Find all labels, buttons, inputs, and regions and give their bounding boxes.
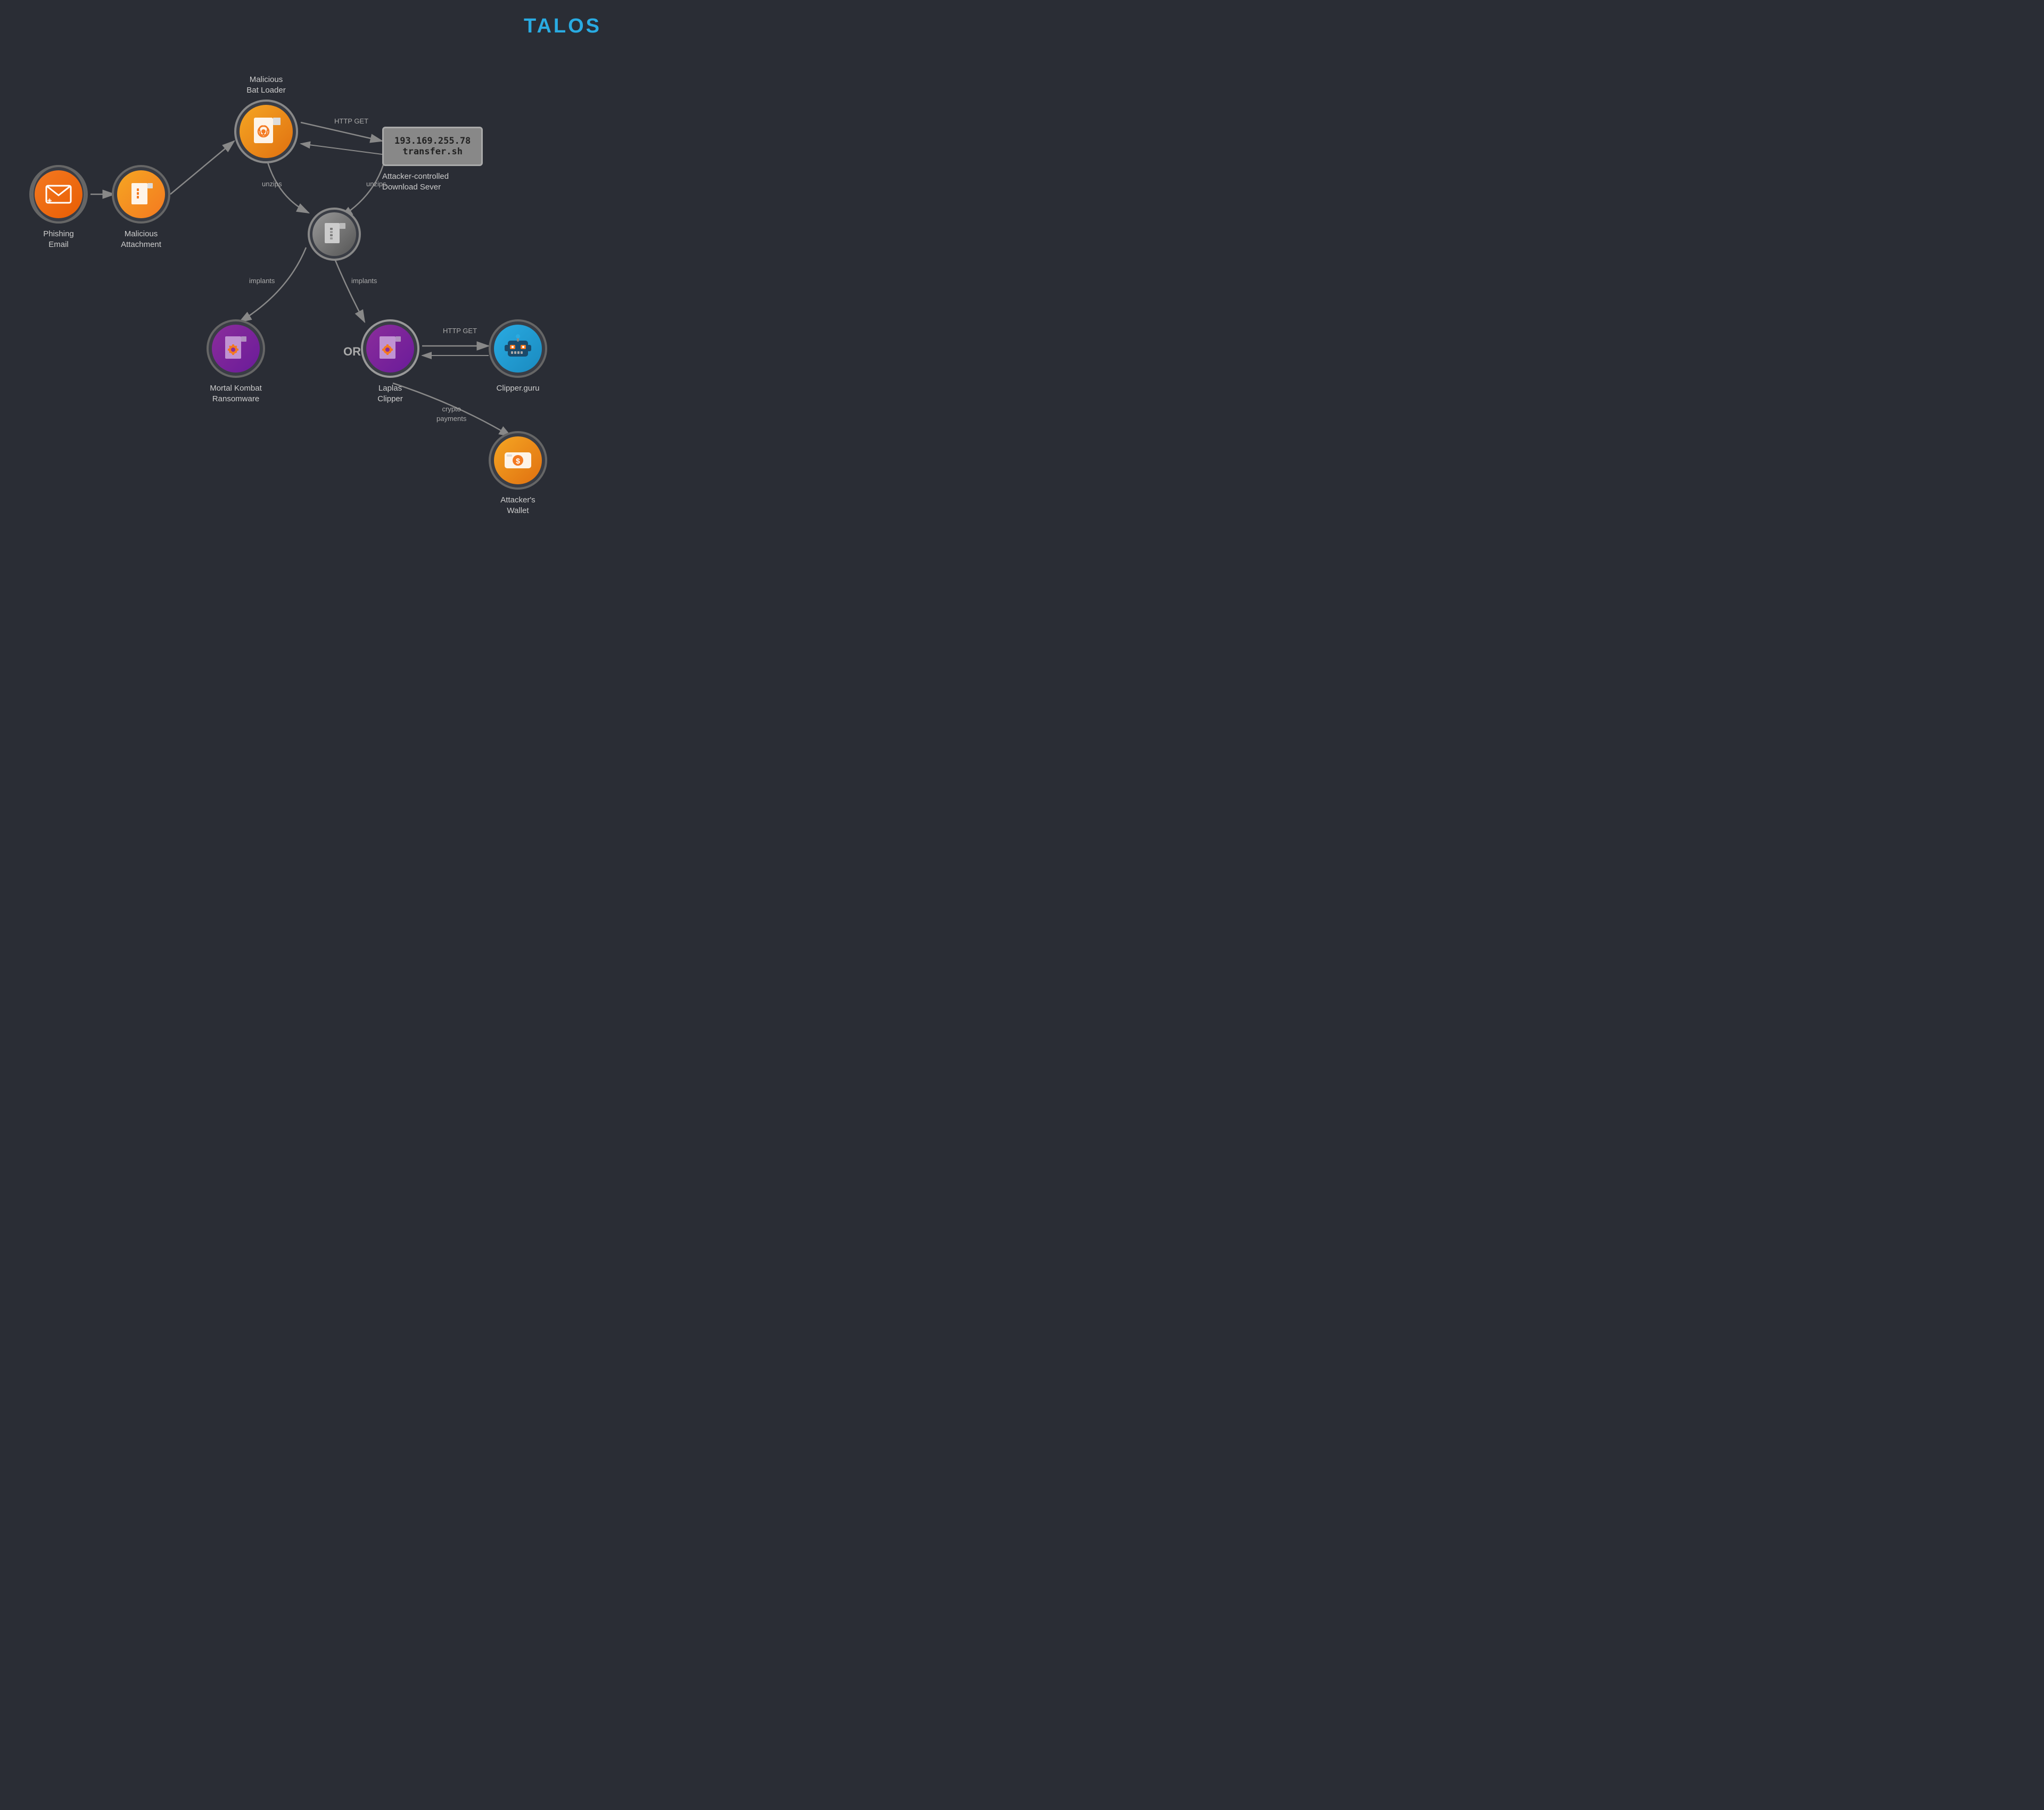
malicious-attachment-label: Malicious Attachment xyxy=(121,229,161,250)
svg-text:$: $ xyxy=(516,457,520,465)
or-text: OR xyxy=(343,345,361,359)
malicious-attachment-node: Malicious Attachment xyxy=(112,165,170,250)
batloader-icon xyxy=(252,115,281,147)
phishing-email-node: Phishing Email xyxy=(29,165,88,250)
server-label: Attacker-controlled Download Sever xyxy=(382,171,483,192)
implants-left-label: implants xyxy=(249,277,275,285)
phishing-email-circle xyxy=(29,165,88,224)
batloader-node: Malicious Bat Loader xyxy=(234,75,298,163)
unzips-right-label: unzips xyxy=(366,180,386,188)
wallet-label: Attacker's Wallet xyxy=(500,495,535,516)
server-ip: 193.169.255.78 xyxy=(394,136,471,146)
phishing-email-label: Phishing Email xyxy=(43,229,74,250)
laplas-label: Laplas Clipper xyxy=(377,383,403,404)
batloader-label-top: Malicious Bat Loader xyxy=(246,75,285,95)
wallet-icon: $ xyxy=(504,449,532,472)
talos-logo: TALOS xyxy=(524,15,601,38)
clipperguru-label: Clipper.guru xyxy=(497,383,540,394)
clipperguru-node: Clipper.guru xyxy=(489,319,547,394)
clipperguru-icon xyxy=(504,334,532,363)
zip-node xyxy=(308,208,361,261)
email-icon xyxy=(45,184,72,205)
server-node: 193.169.255.78 transfer.sh Attacker-cont… xyxy=(382,127,483,192)
unzips-left-label: unzips xyxy=(262,180,282,188)
attachment-icon xyxy=(129,181,153,208)
wallet-node: $ Attacker's Wallet xyxy=(489,431,547,516)
implants-right-label: implants xyxy=(351,277,377,285)
mk-node: Mortal Kombat Ransomware xyxy=(207,319,265,404)
server-domain: transfer.sh xyxy=(394,146,471,157)
http-get-label-2: HTTP GET xyxy=(443,327,477,335)
crypto-payments-label: crypto payments xyxy=(436,404,466,424)
laplas-icon xyxy=(378,335,402,362)
http-get-label-1: HTTP GET xyxy=(334,117,368,125)
mk-label: Mortal Kombat Ransomware xyxy=(210,383,262,404)
laplas-node: Laplas Clipper xyxy=(361,319,419,404)
zip-icon xyxy=(323,221,345,247)
mk-icon xyxy=(224,335,248,362)
